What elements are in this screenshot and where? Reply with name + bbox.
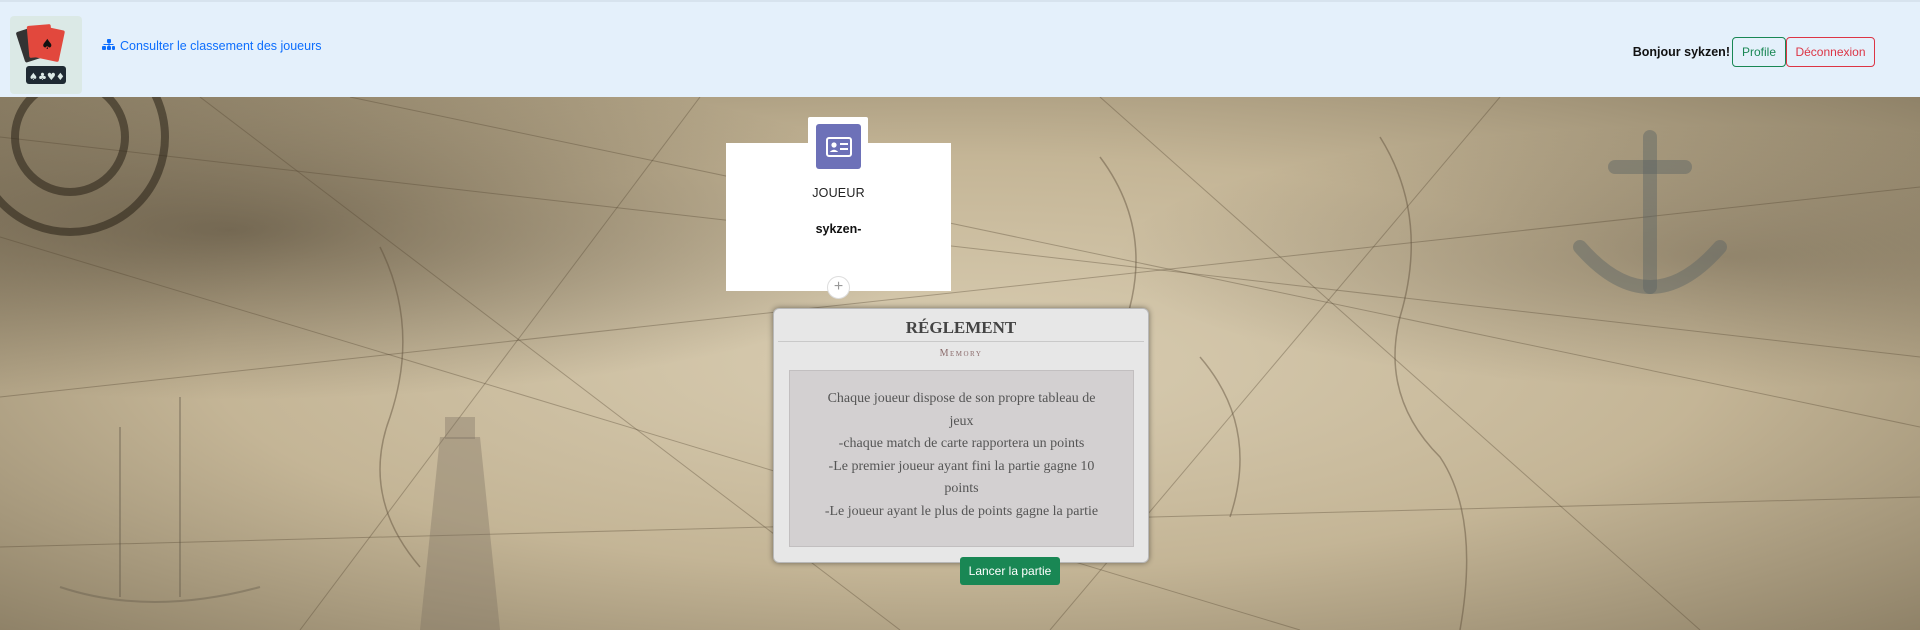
playing-cards-logo-icon[interactable]: ♠ ♠♣♥♦ [10,16,82,94]
leaderboard-link-label: Consulter le classement des joueurs [120,39,322,53]
plus-icon[interactable]: + [827,276,850,299]
sitemap-icon [102,39,115,53]
player-name: sykzen- [815,222,862,236]
rules-title: RÉGLEMENT [905,318,1017,337]
start-game-button[interactable]: Lancer la partie [960,557,1060,585]
player-role: JOUEUR [812,186,865,200]
id-card-icon [816,124,861,169]
profile-button[interactable]: Profile [1732,37,1786,67]
rules-line: -chaque match de carte rapportera un poi… [838,436,1085,451]
logout-button[interactable]: Déconnexion [1786,37,1875,67]
rules-subtitle: Memory [939,348,983,359]
greeting-text: Bonjour sykzen! [1632,45,1730,59]
navbar: ♠ ♠♣♥♦ Consulter le classement des joueu… [0,0,1920,97]
rules-line: -Le premier joueur ayant fini la partie … [828,458,1095,497]
rules-line: -Le joueur ayant le plus de points gagne… [824,503,1099,519]
rules-divider [778,341,1144,342]
leaderboard-link[interactable]: Consulter le classement des joueurs [102,39,322,53]
rules-body: Chaque joueur dispose de son propre tabl… [789,370,1134,547]
rules-line: Chaque joueur dispose de son propre tabl… [827,391,1096,429]
svg-text:♠♣♥♦: ♠♣♥♦ [29,72,65,83]
svg-text:♠: ♠ [41,37,54,53]
